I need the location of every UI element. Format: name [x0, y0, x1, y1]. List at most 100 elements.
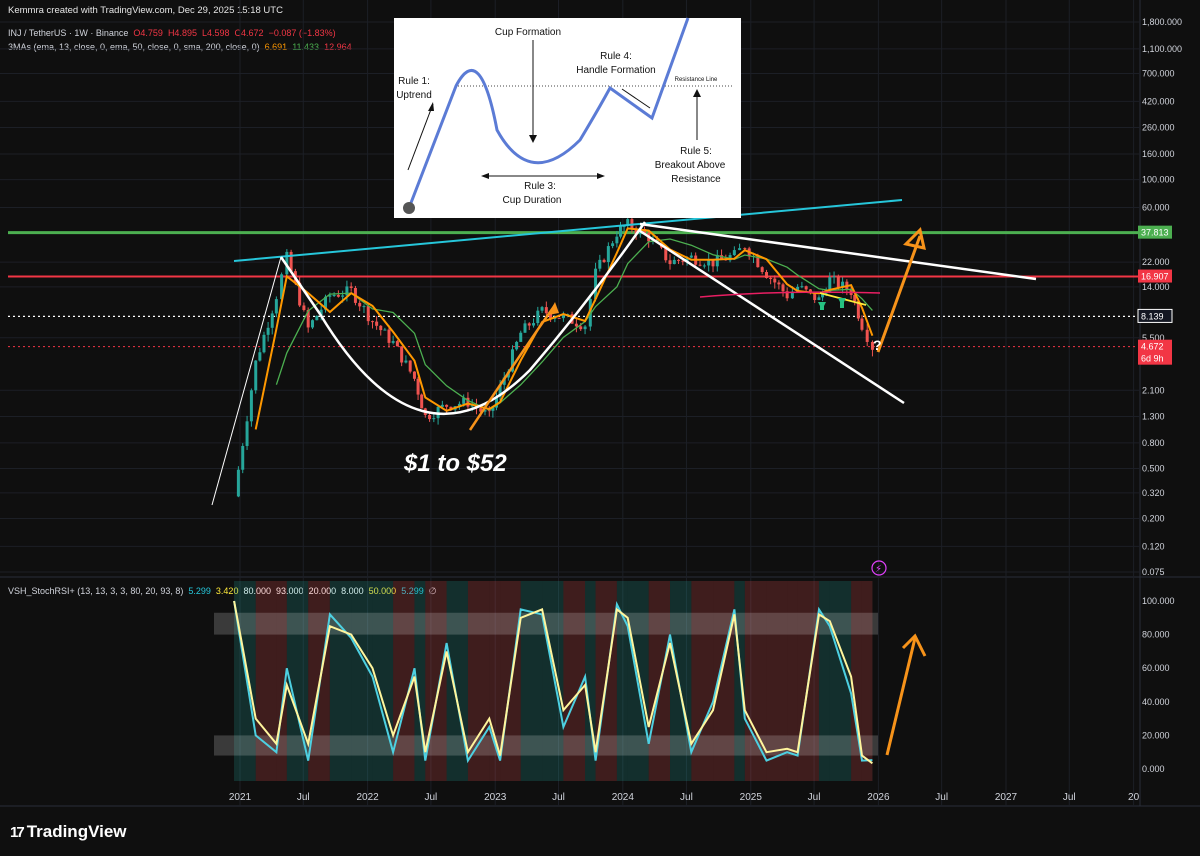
time-tick-label: Jul	[680, 792, 693, 803]
chart-frame: Kemmra created with TradingView.com, Dec…	[0, 0, 1200, 856]
candle-body	[341, 295, 345, 297]
rally-arrow-head	[548, 302, 559, 315]
price-tick-label: 2.100	[1142, 385, 1165, 395]
candle-body	[527, 323, 531, 326]
price-tick-label: 60.000	[1142, 202, 1170, 212]
candle-body	[515, 341, 519, 350]
candle-body	[241, 445, 245, 470]
time-tick-label: Jul	[297, 792, 310, 803]
price-tick-label: 14.000	[1142, 282, 1170, 292]
candle-body	[416, 378, 420, 395]
candle-body	[270, 313, 274, 328]
forecast-arrow-price[interactable]	[876, 235, 922, 353]
candle-body	[332, 294, 336, 296]
price-tick-label: 1,100.000	[1142, 44, 1182, 54]
time-tick-label: 20	[1128, 792, 1140, 803]
candle-body	[408, 360, 412, 372]
time-tick-label: 2024	[612, 792, 635, 803]
candle-body	[254, 360, 258, 391]
osc-tick-label: 80.000	[1142, 630, 1170, 640]
tradingview-logo[interactable]: 17 TradingView	[10, 822, 127, 842]
price-tick-label: 0.200	[1142, 514, 1165, 524]
candle-body	[523, 323, 527, 333]
time-axis[interactable]: 2021 Jul 2022 Jul 2023 Jul 2024 Jul 2025 Jul 2026 J…	[229, 792, 1140, 803]
forecast-arrow-osc[interactable]	[885, 637, 917, 756]
red-curve[interactable]	[699, 291, 881, 298]
osc-tick-label: 40.000	[1142, 697, 1170, 707]
candle-body	[777, 282, 781, 285]
candle-body	[672, 259, 676, 265]
time-tick-label: 2026	[867, 792, 890, 803]
candle-body	[412, 371, 416, 379]
oscillator-axis[interactable]: 100.000 80.000 60.000 40.000 20.000 0.000	[1142, 596, 1175, 774]
candle-body	[860, 318, 864, 330]
candle-body	[832, 276, 836, 278]
osc-tick-label: 20.000	[1142, 730, 1170, 740]
candle-body	[274, 299, 278, 314]
candle-body	[865, 329, 869, 342]
question-mark[interactable]: ?	[873, 337, 882, 353]
candle-body	[266, 327, 270, 335]
candle-body	[404, 360, 408, 363]
candle-body	[302, 305, 306, 311]
osc-tick-label: 60.000	[1142, 663, 1170, 673]
price-axis[interactable]: 1,800.000 1,100.000 700.000 420.000 260.000 1…	[1142, 17, 1182, 577]
candle-body	[375, 321, 379, 326]
price-label-text: 37.813	[1141, 228, 1169, 238]
cup-handle-inset[interactable]: Rule 1: Uptrend Cup Formation Rule 4: Ha…	[394, 17, 741, 218]
cup-annotation[interactable]: $1 to $52	[403, 450, 507, 477]
price-label-text: 8.139	[1141, 311, 1164, 321]
candle-body	[615, 236, 619, 244]
candle-body	[698, 264, 702, 266]
inset-rule1: Rule 1:	[398, 76, 430, 87]
candle-body	[668, 260, 672, 265]
price-tick-label: 700.000	[1142, 69, 1175, 79]
candle-body	[760, 267, 764, 273]
inset-rule5b: Breakout Above	[655, 160, 726, 171]
candle-body	[836, 276, 840, 288]
candle-body	[519, 332, 523, 342]
time-tick-label: 2027	[995, 792, 1018, 803]
candle-body	[391, 341, 395, 343]
inset-rule4b: Handle Formation	[576, 65, 655, 76]
candle-body	[602, 259, 606, 263]
price-labels[interactable]: 37.813 16.907 8.139 4.672 6d 9h	[1137, 225, 1173, 365]
inset-rule5c: Resistance	[671, 174, 721, 185]
price-tick-label: 0.500	[1142, 464, 1165, 474]
osc-tick-label: 100.000	[1142, 596, 1175, 606]
candle-body	[336, 294, 340, 297]
inset-rule5: Rule 5:	[680, 146, 712, 157]
candle-body	[311, 320, 315, 328]
candle-body	[532, 323, 536, 326]
candle-body	[715, 255, 719, 267]
uptrend-line[interactable]	[211, 256, 282, 506]
time-tick-label: Jul	[424, 792, 437, 803]
rally-arrow-path[interactable]	[468, 304, 557, 431]
inset-rule4: Rule 4:	[600, 51, 632, 62]
candle-body	[358, 302, 362, 307]
price-tick-label: 0.075	[1142, 567, 1165, 577]
inset-rule3b: Cup Duration	[503, 195, 562, 206]
candle-body	[536, 310, 540, 324]
candle-body	[540, 307, 544, 311]
candle-body	[574, 323, 578, 327]
candles	[236, 215, 874, 498]
candle-body	[611, 243, 615, 247]
price-tick-label: 260.000	[1142, 123, 1175, 133]
green-arrow-1-stem	[820, 302, 824, 310]
candle-body	[732, 250, 736, 256]
candle-body	[349, 286, 353, 288]
candle-body	[379, 325, 383, 331]
tv-logo-icon: 17	[10, 823, 25, 841]
candle-body	[262, 334, 266, 353]
candle-body	[383, 329, 387, 331]
price-tick-label: 100.000	[1142, 175, 1175, 185]
candle-body	[432, 418, 436, 420]
logo-text: TradingView	[26, 822, 127, 841]
price-label-text: 4.672	[1141, 342, 1164, 352]
time-tick-label: 2021	[229, 792, 252, 803]
candle-body	[677, 259, 681, 261]
chart-canvas[interactable]: 1,800.000 1,100.000 700.000 420.000 260.000 1…	[0, 0, 1200, 856]
candle-body	[366, 306, 370, 322]
green-arrow-2-stem	[840, 298, 844, 308]
